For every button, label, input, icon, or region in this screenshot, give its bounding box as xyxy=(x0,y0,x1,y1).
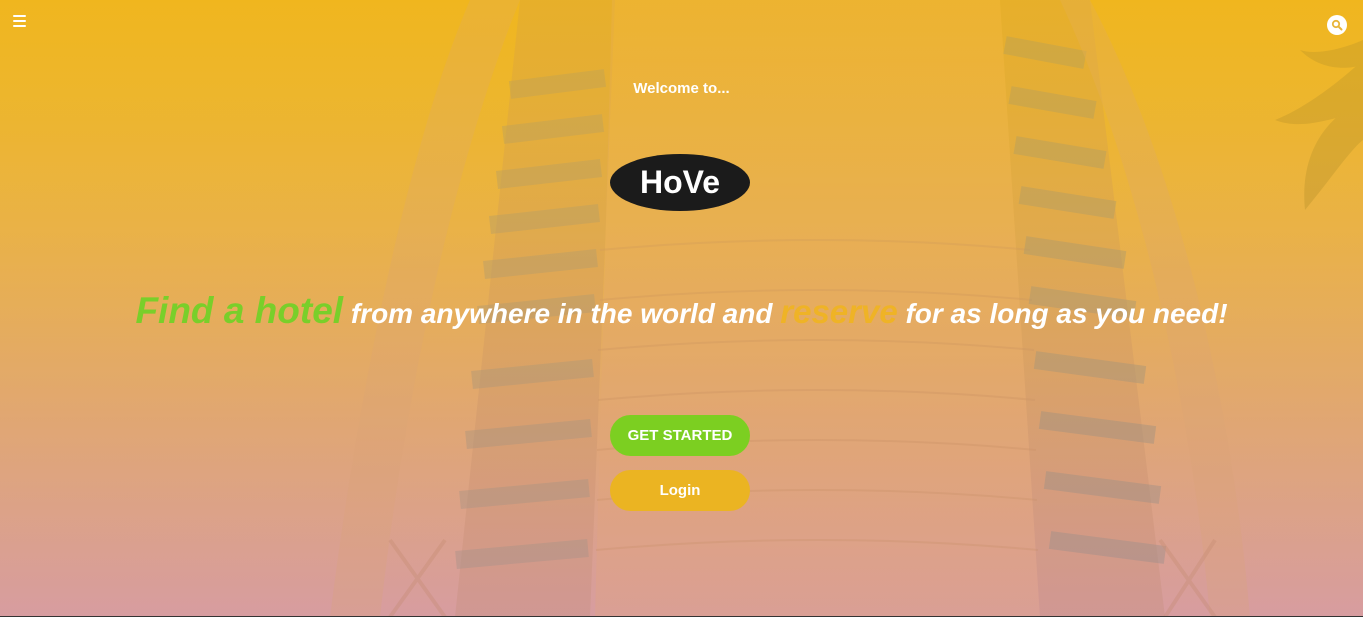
search-icon[interactable] xyxy=(1327,15,1347,35)
tagline-highlight-find: Find a hotel xyxy=(135,290,344,331)
get-started-button[interactable]: GET STARTED xyxy=(610,415,750,456)
tagline-text-middle: from anywhere in the world and xyxy=(350,298,773,329)
tagline: Find a hotel from anywhere in the world … xyxy=(0,290,1363,332)
login-button[interactable]: Login xyxy=(610,470,750,511)
hamburger-menu-icon[interactable] xyxy=(12,15,28,31)
welcome-text: Welcome to... xyxy=(633,80,730,97)
tagline-highlight-reserve: reserve xyxy=(780,293,898,330)
tagline-text-end: for as long as you need! xyxy=(905,298,1228,329)
hove-logo[interactable]: HoVe xyxy=(610,154,750,211)
